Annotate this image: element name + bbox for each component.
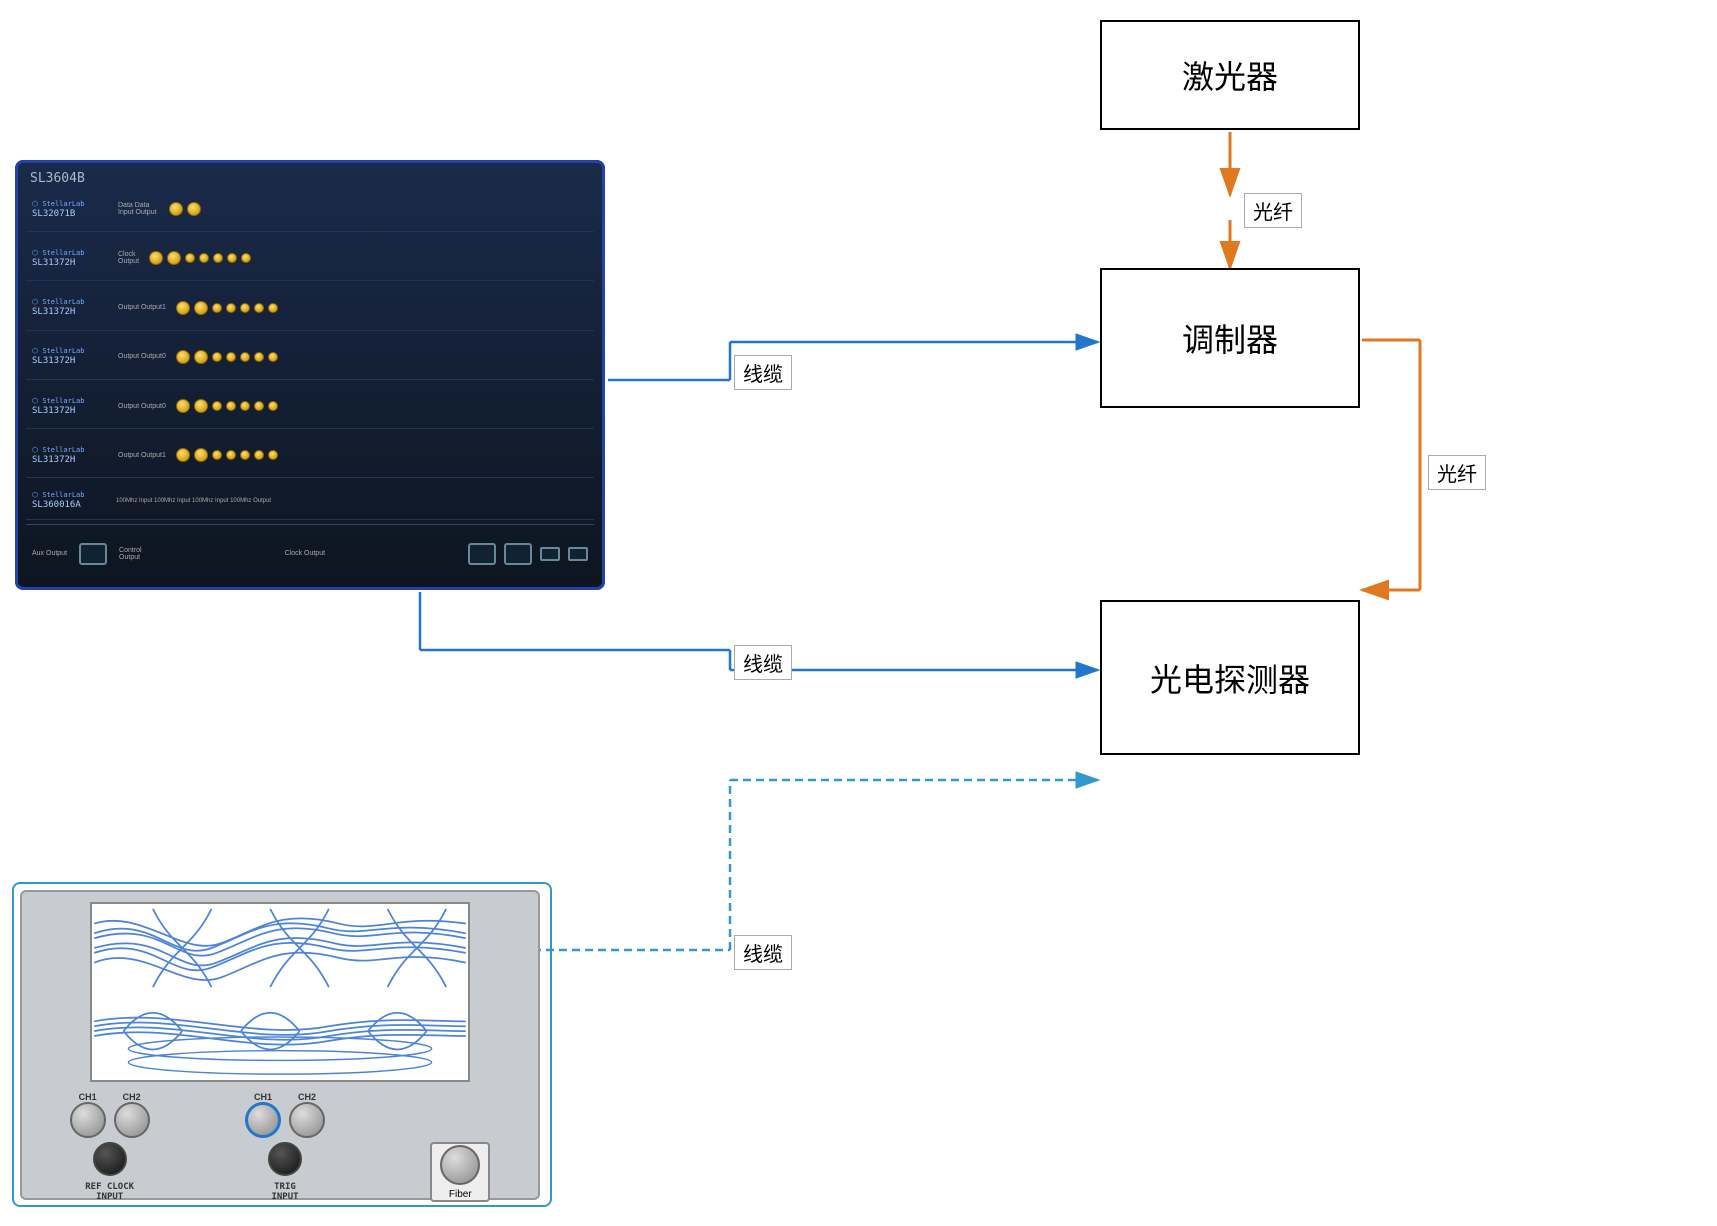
trig-main-knob[interactable] [268, 1142, 302, 1176]
fiber-knob[interactable] [440, 1145, 480, 1185]
ref-clock-main-knob[interactable] [93, 1142, 127, 1176]
laser-box: 激光器 [1100, 20, 1360, 130]
ch1-trig-knob[interactable] [245, 1102, 281, 1138]
trig-input-label: TRIGINPUT [271, 1182, 298, 1202]
ch2-trig-label: CH2 [289, 1092, 325, 1102]
photodetector-box: 光电探测器 [1100, 600, 1360, 755]
fiber-connector[interactable]: Fiber [430, 1142, 490, 1202]
ch1-trig-label: CH1 [245, 1092, 281, 1102]
instrument-rack: SL3604B ⬡ StellarLab SL32071B Data DataI… [15, 160, 605, 590]
scope-screen [90, 902, 470, 1082]
ch2-ref-label: CH2 [114, 1092, 150, 1102]
modulator-label: 调制器 [1182, 315, 1278, 361]
photodetector-label: 光电探测器 [1150, 655, 1310, 701]
cable-label-2: 线缆 [734, 645, 792, 680]
fiber-label-1: 光纤 [1244, 193, 1302, 228]
fiber-label: Fiber [449, 1189, 472, 1200]
rack-label: SL3604B [30, 171, 85, 186]
ch1-ref-label: CH1 [70, 1092, 106, 1102]
ch2-ref-knob[interactable] [114, 1102, 150, 1138]
cable-label-1: 线缆 [734, 355, 792, 390]
modulator-box: 调制器 [1100, 268, 1360, 408]
cable-label-3: 线缆 [734, 935, 792, 970]
ch1-ref-knob[interactable] [70, 1102, 106, 1138]
ch2-trig-knob[interactable] [289, 1102, 325, 1138]
oscilloscope-panel: CH1 CH2 REF CLOCKINPUT CH1 CH2 [20, 890, 540, 1200]
fiber-label-2: 光纤 [1428, 455, 1486, 490]
ref-clock-label: REF CLOCKINPUT [85, 1182, 134, 1202]
laser-label: 激光器 [1182, 52, 1278, 98]
